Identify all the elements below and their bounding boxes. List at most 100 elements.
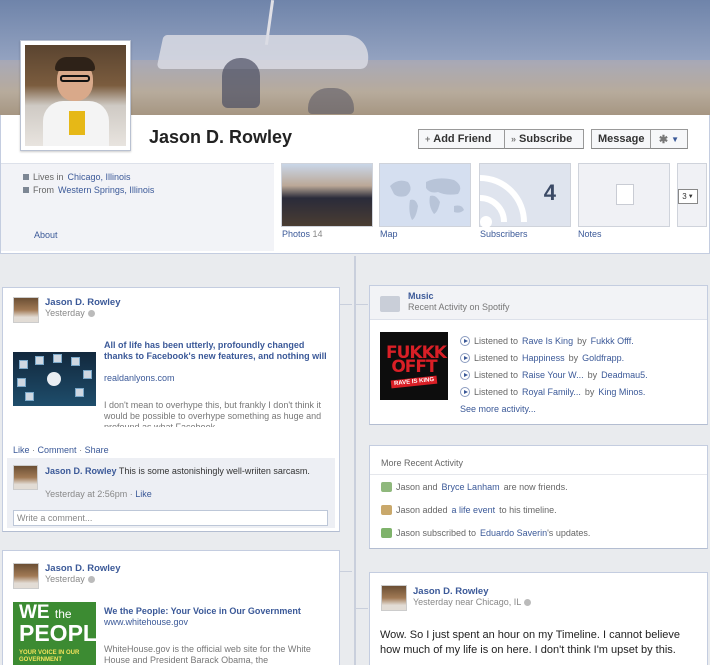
artist-link[interactable]: King Minos.	[598, 387, 645, 397]
avatar[interactable]	[381, 585, 407, 611]
post-time-text: Yesterday near Chicago, IL	[413, 597, 522, 607]
post-timestamp[interactable]: Yesterday	[45, 574, 95, 584]
friends-icon	[381, 482, 392, 492]
timeline-page: Jason D. Rowley + Add Friend » Subscribe…	[0, 0, 710, 665]
comment-like-link[interactable]: Like	[135, 489, 152, 499]
track-link[interactable]: Rave Is King	[522, 336, 573, 346]
share-title-link[interactable]: All of life has been utterly, profoundly…	[104, 340, 330, 362]
play-icon[interactable]	[460, 336, 470, 346]
subscribers-count: 4	[543, 180, 556, 205]
lives-in-city-link[interactable]: Chicago, Illinois	[68, 172, 131, 182]
subscribers-label: Subscribers	[480, 229, 528, 239]
artist-link[interactable]: Deadmau5.	[601, 370, 648, 380]
artist-link[interactable]: Fukkk Offf.	[591, 336, 634, 346]
recent-text: 's updates.	[547, 528, 591, 538]
action-separator: ·	[32, 445, 36, 455]
recent-text: Jason subscribed to	[396, 528, 477, 538]
divider	[370, 474, 707, 475]
recent-text: Jason and	[396, 482, 438, 492]
comment-meta: Yesterday at 2:56pm · Like	[45, 489, 152, 499]
post-timestamp[interactable]: Yesterday near Chicago, IL	[413, 597, 532, 607]
album-art-title: FUKKK OFFT	[386, 343, 447, 377]
hometown-city-link[interactable]: Western Springs, Illinois	[58, 185, 154, 195]
album-art[interactable]: FUKKK OFFT RAVE IS KING	[380, 332, 448, 400]
listen-prefix: Listened to	[474, 336, 519, 346]
listen-item: Listened to Rave Is King by Fukkk Offf.	[460, 336, 634, 346]
music-title-link[interactable]: Music	[408, 291, 434, 301]
post-connector	[338, 304, 352, 305]
post-actions: Like · Comment · Share	[13, 445, 109, 455]
privacy-globe-icon	[87, 310, 95, 318]
listen-by: by	[587, 370, 598, 380]
post-timestamp[interactable]: Yesterday	[45, 308, 95, 318]
post-author-link[interactable]: Jason D. Rowley	[45, 297, 121, 308]
see-more-activity-link[interactable]: See more activity...	[460, 404, 536, 414]
timeline-spine	[354, 256, 356, 665]
avatar[interactable]	[13, 563, 39, 589]
meta-separator: ·	[129, 489, 133, 499]
listen-by: by	[577, 336, 587, 346]
comment-author-link[interactable]: Jason D. Rowley	[45, 466, 117, 476]
notes-tile[interactable]	[578, 163, 670, 227]
play-icon[interactable]	[460, 370, 470, 380]
chevron-down-icon: ▼	[687, 193, 694, 200]
recent-item: Jason added a life event to his timeline…	[381, 505, 557, 515]
artist-link[interactable]: Goldfrapp.	[582, 353, 624, 363]
recent-text: Jason added	[396, 505, 448, 515]
map-tile[interactable]	[379, 163, 471, 227]
comment-text: This is some astonishingly well-wriiten …	[118, 466, 310, 476]
action-separator: ·	[79, 445, 83, 455]
recent-text: to his timeline.	[499, 505, 557, 515]
profile-name[interactable]: Jason D. Rowley	[149, 127, 292, 148]
share-url[interactable]: realdanlyons.com	[104, 373, 175, 383]
recent-activity-title: More Recent Activity	[381, 458, 464, 468]
notes-tile-label[interactable]: Notes	[578, 229, 602, 239]
listen-by: by	[568, 353, 579, 363]
album-art-subtitle: RAVE IS KING	[390, 375, 438, 389]
photos-tile[interactable]	[281, 163, 373, 227]
comment-input[interactable]: Write a comment...	[13, 510, 328, 526]
life-event-link[interactable]: a life event	[452, 505, 496, 515]
track-link[interactable]: Happiness	[522, 353, 565, 363]
person-link[interactable]: Eduardo Saverin	[480, 528, 547, 538]
map-tile-label[interactable]: Map	[380, 229, 398, 239]
listen-prefix: Listened to	[474, 387, 519, 397]
listen-prefix: Listened to	[474, 353, 519, 363]
about-link[interactable]: About	[34, 230, 58, 259]
like-link[interactable]: Like	[13, 445, 30, 455]
subscribers-tile-label[interactable]: Subscribers	[480, 229, 528, 239]
add-friend-label: Add Friend	[433, 133, 492, 145]
recent-text: are now friends.	[503, 482, 568, 492]
share-thumbnail[interactable]: WE the PEOPLE YOUR VOICE IN OUR GOVERNME…	[13, 602, 96, 665]
message-button[interactable]: Message	[591, 129, 651, 149]
play-icon[interactable]	[460, 387, 470, 397]
share-description: WhiteHouse.gov is the official web site …	[104, 644, 311, 665]
post-author-link[interactable]: Jason D. Rowley	[413, 586, 489, 597]
thumb-text-the: the	[54, 607, 72, 621]
post-author-link[interactable]: Jason D. Rowley	[45, 563, 121, 574]
track-link[interactable]: Raise Your W...	[522, 370, 584, 380]
add-friend-button[interactable]: + Add Friend	[418, 129, 504, 149]
comment-timestamp[interactable]: Yesterday at 2:56pm	[45, 489, 127, 499]
avatar[interactable]	[13, 465, 38, 490]
more-sections-dropdown[interactable]: 3 ▼	[678, 189, 698, 204]
avatar[interactable]	[13, 297, 39, 323]
photos-tile-label[interactable]: Photos 14	[282, 229, 323, 239]
from-line: From Western Springs, Illinois	[23, 185, 154, 195]
share-url[interactable]: www.whitehouse.gov	[104, 617, 188, 627]
profile-picture[interactable]	[20, 40, 131, 151]
post-time-text: Yesterday	[45, 308, 85, 318]
photos-label: Photos	[282, 229, 311, 239]
track-link[interactable]: Royal Family...	[522, 387, 581, 397]
subscribe-button[interactable]: » Subscribe	[504, 129, 584, 149]
friend-link[interactable]: Bryce Lanham	[442, 482, 500, 492]
subscribers-tile[interactable]: 4	[479, 163, 571, 228]
settings-dropdown-button[interactable]: ✱ ▼	[650, 129, 688, 149]
play-icon[interactable]	[460, 353, 470, 363]
comment-link[interactable]: Comment	[38, 445, 77, 455]
notes-label: Notes	[578, 229, 602, 239]
share-thumbnail[interactable]	[13, 352, 96, 406]
listen-item: Listened to Happiness by Goldfrapp.	[460, 353, 624, 363]
share-title-link[interactable]: We the People: Your Voice in Our Governm…	[104, 606, 330, 617]
share-link[interactable]: Share	[85, 445, 109, 455]
